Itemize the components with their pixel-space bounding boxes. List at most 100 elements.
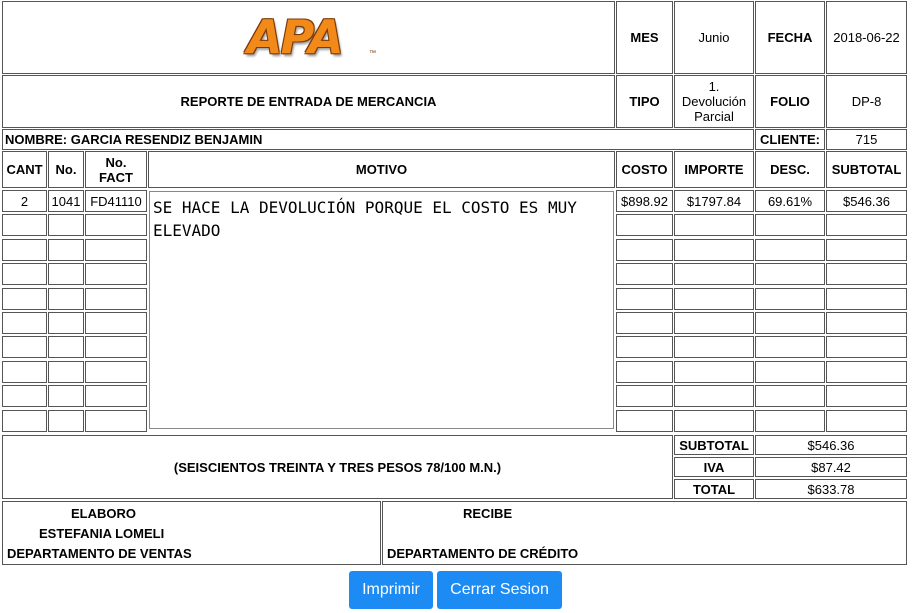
empty-input-importe[interactable] bbox=[674, 263, 754, 285]
empty-input-fact[interactable] bbox=[85, 214, 147, 236]
empty-input-fact[interactable] bbox=[85, 239, 147, 261]
elaboro-section: ELABORO ESTEFANIA LOMELI DEPARTAMENTO DE… bbox=[2, 501, 381, 565]
empty-input-no[interactable] bbox=[48, 214, 84, 236]
subtotal-label: SUBTOTAL bbox=[674, 435, 754, 455]
empty-input-costo[interactable] bbox=[616, 214, 673, 236]
empty-input-costo[interactable] bbox=[616, 312, 673, 334]
empty-input-costo[interactable] bbox=[616, 239, 673, 261]
empty-input-no[interactable] bbox=[48, 263, 84, 285]
fecha-value: 2018-06-22 bbox=[826, 1, 907, 74]
row-1-importe: $1797.84 bbox=[674, 190, 754, 212]
tipo-label: TIPO bbox=[616, 75, 673, 128]
empty-input-no[interactable] bbox=[48, 336, 84, 358]
empty-input-cant[interactable] bbox=[2, 385, 47, 407]
col-header-costo: COSTO bbox=[616, 151, 673, 188]
empty-input-desc[interactable] bbox=[755, 239, 825, 261]
empty-input-cant[interactable] bbox=[2, 410, 47, 432]
empty-input-fact[interactable] bbox=[85, 263, 147, 285]
row-1-costo: $898.92 bbox=[616, 190, 673, 212]
report-title: REPORTE DE ENTRADA DE MERCANCIA bbox=[2, 75, 615, 128]
empty-input-no[interactable] bbox=[48, 410, 84, 432]
empty-input-cant[interactable] bbox=[2, 288, 47, 310]
empty-input-subtotal[interactable] bbox=[826, 288, 907, 310]
empty-input-subtotal[interactable] bbox=[826, 410, 907, 432]
empty-input-fact[interactable] bbox=[85, 385, 147, 407]
print-button[interactable]: Imprimir bbox=[349, 571, 433, 609]
elaboro-label: ELABORO bbox=[71, 506, 136, 521]
empty-input-importe[interactable] bbox=[674, 410, 754, 432]
empty-input-no[interactable] bbox=[48, 361, 84, 383]
empty-input-desc[interactable] bbox=[755, 385, 825, 407]
total-value: $633.78 bbox=[755, 479, 907, 499]
amount-in-words: (SEISCIENTOS TREINTA Y TRES PESOS 78/100… bbox=[2, 435, 673, 499]
empty-input-importe[interactable] bbox=[674, 239, 754, 261]
empty-input-desc[interactable] bbox=[755, 214, 825, 236]
empty-input-subtotal[interactable] bbox=[826, 214, 907, 236]
col-header-no-fact: No. FACT bbox=[85, 151, 147, 188]
empty-input-desc[interactable] bbox=[755, 361, 825, 383]
col-header-subtotal: SUBTOTAL bbox=[826, 151, 907, 188]
empty-input-cant[interactable] bbox=[2, 312, 47, 334]
recibe-dept: DEPARTAMENTO DE CRÉDITO bbox=[387, 546, 579, 561]
empty-input-cant[interactable] bbox=[2, 336, 47, 358]
empty-input-desc[interactable] bbox=[755, 312, 825, 334]
empty-input-fact[interactable] bbox=[85, 312, 147, 334]
fecha-label: FECHA bbox=[755, 1, 825, 74]
empty-input-cant[interactable] bbox=[2, 361, 47, 383]
empty-input-cant[interactable] bbox=[2, 239, 47, 261]
empty-input-no[interactable] bbox=[48, 312, 84, 334]
cliente-value: 715 bbox=[826, 129, 907, 150]
mes-label: MES bbox=[616, 1, 673, 74]
empty-input-subtotal[interactable] bbox=[826, 263, 907, 285]
subtotal-total-value: $546.36 bbox=[755, 435, 907, 455]
empty-input-importe[interactable] bbox=[674, 288, 754, 310]
logo-tm: ™ bbox=[369, 50, 376, 57]
col-header-desc: DESC. bbox=[755, 151, 825, 188]
empty-input-desc[interactable] bbox=[755, 410, 825, 432]
empty-input-costo[interactable] bbox=[616, 288, 673, 310]
empty-input-subtotal[interactable] bbox=[826, 239, 907, 261]
empty-input-importe[interactable] bbox=[674, 312, 754, 334]
empty-input-cant[interactable] bbox=[2, 263, 47, 285]
empty-input-importe[interactable] bbox=[674, 214, 754, 236]
folio-value: DP-8 bbox=[826, 75, 907, 128]
col-header-no: No. bbox=[48, 151, 84, 188]
empty-input-fact[interactable] bbox=[85, 288, 147, 310]
row-1-fact: FD41110 bbox=[85, 190, 147, 212]
empty-input-subtotal[interactable] bbox=[826, 385, 907, 407]
empty-input-desc[interactable] bbox=[755, 263, 825, 285]
iva-value: $87.42 bbox=[755, 457, 907, 477]
folio-label: FOLIO bbox=[755, 75, 825, 128]
tipo-value: 1. Devolución Parcial bbox=[674, 75, 754, 128]
empty-input-cant[interactable] bbox=[2, 214, 47, 236]
motivo-textarea[interactable] bbox=[149, 191, 614, 429]
recibe-label: RECIBE bbox=[463, 506, 513, 521]
row-1-desc: 69.61% bbox=[755, 190, 825, 212]
logout-button[interactable]: Cerrar Sesion bbox=[437, 571, 562, 609]
row-1-subtotal: $546.36 bbox=[826, 190, 907, 212]
logo-text: APA bbox=[247, 10, 344, 64]
empty-input-no[interactable] bbox=[48, 239, 84, 261]
empty-input-costo[interactable] bbox=[616, 263, 673, 285]
empty-input-no[interactable] bbox=[48, 288, 84, 310]
empty-input-subtotal[interactable] bbox=[826, 361, 907, 383]
empty-input-importe[interactable] bbox=[674, 361, 754, 383]
empty-input-fact[interactable] bbox=[85, 336, 147, 358]
empty-input-costo[interactable] bbox=[616, 361, 673, 383]
empty-input-subtotal[interactable] bbox=[826, 336, 907, 358]
elaboro-dept: DEPARTAMENTO DE VENTAS bbox=[7, 546, 192, 561]
empty-input-fact[interactable] bbox=[85, 361, 147, 383]
empty-input-importe[interactable] bbox=[674, 336, 754, 358]
row-1-no: 1041 bbox=[48, 190, 84, 212]
row-1-cant: 2 bbox=[2, 190, 47, 212]
empty-input-costo[interactable] bbox=[616, 336, 673, 358]
empty-input-costo[interactable] bbox=[616, 410, 673, 432]
empty-input-subtotal[interactable] bbox=[826, 312, 907, 334]
empty-input-costo[interactable] bbox=[616, 385, 673, 407]
empty-input-desc[interactable] bbox=[755, 288, 825, 310]
empty-input-desc[interactable] bbox=[755, 336, 825, 358]
empty-input-importe[interactable] bbox=[674, 385, 754, 407]
empty-input-no[interactable] bbox=[48, 385, 84, 407]
empty-input-fact[interactable] bbox=[85, 410, 147, 432]
recibe-section: RECIBE DEPARTAMENTO DE CRÉDITO bbox=[382, 501, 907, 565]
